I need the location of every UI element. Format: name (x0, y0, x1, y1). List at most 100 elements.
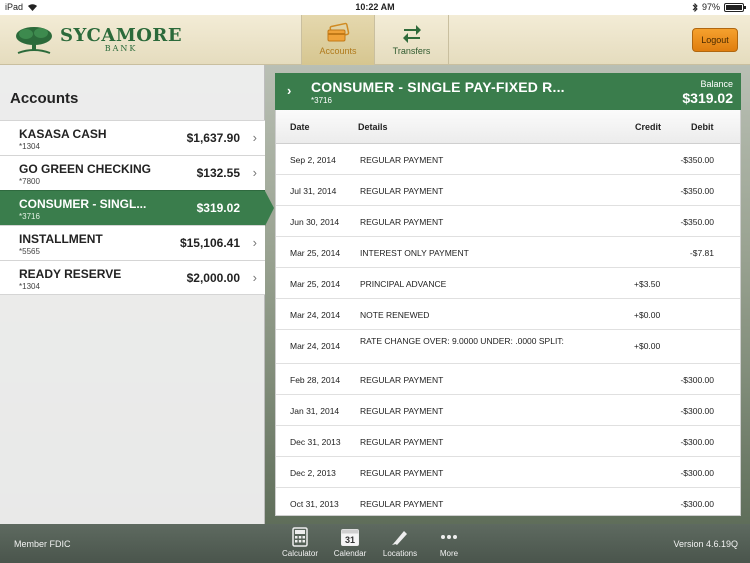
app-version: Version 4.6.19Q (673, 539, 738, 549)
tab-transfers-label: Transfers (392, 46, 431, 56)
transaction-date: Mar 24, 2014 (290, 341, 341, 351)
transfers-arrows-icon (402, 25, 421, 43)
detail-account-number: *3716 (311, 96, 332, 105)
clock: 10:22 AM (355, 2, 395, 12)
bottom-toolbar: Member FDIC Calculator 31 Calendar Locat… (0, 524, 750, 563)
transaction-details: REGULAR PAYMENT (360, 375, 444, 385)
table-row[interactable]: Oct 31, 2013 REGULAR PAYMENT -$300.00 (276, 488, 740, 515)
transaction-details: REGULAR PAYMENT (360, 437, 444, 447)
account-balance: $1,637.90 (186, 131, 240, 145)
calculator-button[interactable]: Calculator (275, 527, 325, 558)
transaction-details: RATE CHANGE OVER: 9.0000 UNDER: .0000 SP… (360, 336, 564, 346)
more-icon (441, 535, 457, 539)
account-name: CONSUMER - SINGL... (19, 197, 147, 211)
transaction-debit: -$350.00 (680, 186, 714, 196)
transaction-date: Sep 2, 2014 (290, 155, 336, 165)
balance-value: $319.02 (682, 90, 733, 106)
more-button[interactable]: More (424, 527, 474, 558)
transaction-credit: +$3.50 (634, 279, 661, 289)
selection-pointer (265, 191, 274, 226)
table-row[interactable]: Mar 24, 2014 NOTE RENEWED +$0.00 (276, 299, 740, 330)
transaction-credit: +$0.00 (634, 310, 661, 320)
account-item-consumer-selected[interactable]: CONSUMER - SINGL... *3716 $319.02 (0, 190, 274, 226)
transaction-debit: -$300.00 (680, 406, 714, 416)
logout-button[interactable]: Logout (692, 28, 738, 52)
transaction-debit: -$300.00 (680, 375, 714, 385)
transaction-debit: -$350.00 (680, 217, 714, 227)
account-name: INSTALLMENT (19, 232, 103, 246)
transaction-date: Jan 31, 2014 (290, 406, 340, 416)
account-item-ready-reserve[interactable]: READY RESERVE *1304 $2,000.00 › (0, 260, 265, 295)
calendar-button[interactable]: 31 Calendar (325, 527, 375, 558)
transaction-debit: -$300.00 (680, 437, 714, 447)
transaction-details: REGULAR PAYMENT (360, 499, 444, 509)
bluetooth-icon (692, 2, 698, 12)
table-row[interactable]: Jul 31, 2014 REGULAR PAYMENT -$350.00 (276, 175, 740, 206)
transaction-details: REGULAR PAYMENT (360, 406, 444, 416)
transaction-credit: +$0.00 (634, 341, 661, 351)
accounts-card-icon (327, 22, 350, 42)
account-detail-header[interactable]: › CONSUMER - SINGLE PAY-FIXED R... *3716… (275, 73, 741, 110)
brand-name: SYCAMORE (60, 25, 183, 46)
transaction-details: PRINCIPAL ADVANCE (360, 279, 447, 289)
transaction-details: REGULAR PAYMENT (360, 468, 444, 478)
accounts-title: Accounts (10, 90, 79, 107)
transaction-debit: -$7.81 (689, 248, 714, 258)
brand-sub: BANK (104, 44, 138, 53)
detail-account-title: CONSUMER - SINGLE PAY-FIXED R... (311, 79, 565, 95)
bank-logo: SYCAMORE BANK (14, 25, 182, 55)
account-name: KASASA CASH (19, 127, 107, 141)
more-label: More (439, 549, 459, 558)
transaction-date: Dec 31, 2013 (290, 437, 341, 447)
tab-transfers[interactable]: Transfers (375, 15, 449, 65)
column-details: Details (358, 122, 388, 132)
chevron-right-icon: › (252, 165, 257, 180)
transaction-date: Feb 28, 2014 (290, 375, 341, 385)
accounts-panel: Accounts KASASA CASH *1304 $1,637.90 › G… (0, 65, 274, 524)
chevron-right-icon: › (252, 130, 257, 145)
account-balance: $2,000.00 (186, 271, 240, 285)
transaction-debit: -$300.00 (680, 499, 714, 509)
transaction-details: REGULAR PAYMENT (360, 217, 444, 227)
tree-logo-icon (16, 27, 52, 54)
table-row[interactable]: Mar 25, 2014 PRINCIPAL ADVANCE +$3.50 (276, 268, 740, 299)
table-row[interactable]: Mar 24, 2014 RATE CHANGE OVER: 9.0000 UND… (276, 330, 740, 364)
chevron-right-icon: › (287, 83, 292, 98)
tab-accounts[interactable]: Accounts (301, 15, 375, 65)
transaction-date: Jun 30, 2014 (290, 217, 340, 227)
transaction-date: Oct 31, 2013 (290, 499, 339, 509)
table-row[interactable]: Sep 2, 2014 REGULAR PAYMENT -$350.00 (276, 144, 740, 175)
account-number: *1304 (19, 142, 40, 151)
transaction-date: Dec 2, 2013 (290, 468, 336, 478)
locations-button[interactable]: Locations (375, 527, 425, 558)
table-row[interactable]: Jun 30, 2014 REGULAR PAYMENT -$350.00 (276, 206, 740, 237)
table-header: Date Details Credit Debit (276, 110, 740, 144)
transactions-table: Date Details Credit Debit Sep 2, 2014 REG… (275, 110, 741, 516)
account-number: *3716 (19, 212, 40, 221)
transactions-body: Sep 2, 2014 REGULAR PAYMENT -$350.00 Jul 31… (276, 144, 740, 515)
calendar-day: 31 (345, 535, 355, 545)
calculator-icon (292, 527, 308, 547)
app-header: SYCAMORE BANK Accounts Transfers Logout (0, 15, 750, 65)
account-item-kasasa-cash[interactable]: KASASA CASH *1304 $1,637.90 › (0, 120, 265, 155)
transaction-details: NOTE RENEWED (360, 310, 430, 320)
table-row[interactable]: Dec 31, 2013 REGULAR PAYMENT -$300.00 (276, 426, 740, 457)
table-row[interactable]: Mar 25, 2014 INTEREST ONLY PAYMENT -$7.81 (276, 237, 740, 268)
battery-icon (724, 2, 746, 12)
transaction-date: Mar 24, 2014 (290, 310, 341, 320)
table-row[interactable]: Feb 28, 2014 REGULAR PAYMENT -$300.00 (276, 364, 740, 395)
member-fdic: Member FDIC (14, 539, 71, 549)
status-bar: iPad 10:22 AM 97% (0, 0, 750, 15)
calendar-label: Calendar (333, 549, 367, 558)
account-item-installment[interactable]: INSTALLMENT *5565 $15,106.41 › (0, 225, 265, 260)
table-row[interactable]: Dec 2, 2013 REGULAR PAYMENT -$300.00 (276, 457, 740, 488)
table-row[interactable]: Jan 31, 2014 REGULAR PAYMENT -$300.00 (276, 395, 740, 426)
account-number: *1304 (19, 282, 40, 291)
account-number: *5565 (19, 247, 40, 256)
transaction-debit: -$300.00 (680, 468, 714, 478)
transaction-debit: -$350.00 (680, 155, 714, 165)
transaction-date: Mar 25, 2014 (290, 248, 341, 258)
account-item-go-green-checking[interactable]: GO GREEN CHECKING *7800 $132.55 › (0, 155, 265, 190)
locations-label: Locations (382, 549, 418, 558)
locations-icon (392, 531, 407, 545)
